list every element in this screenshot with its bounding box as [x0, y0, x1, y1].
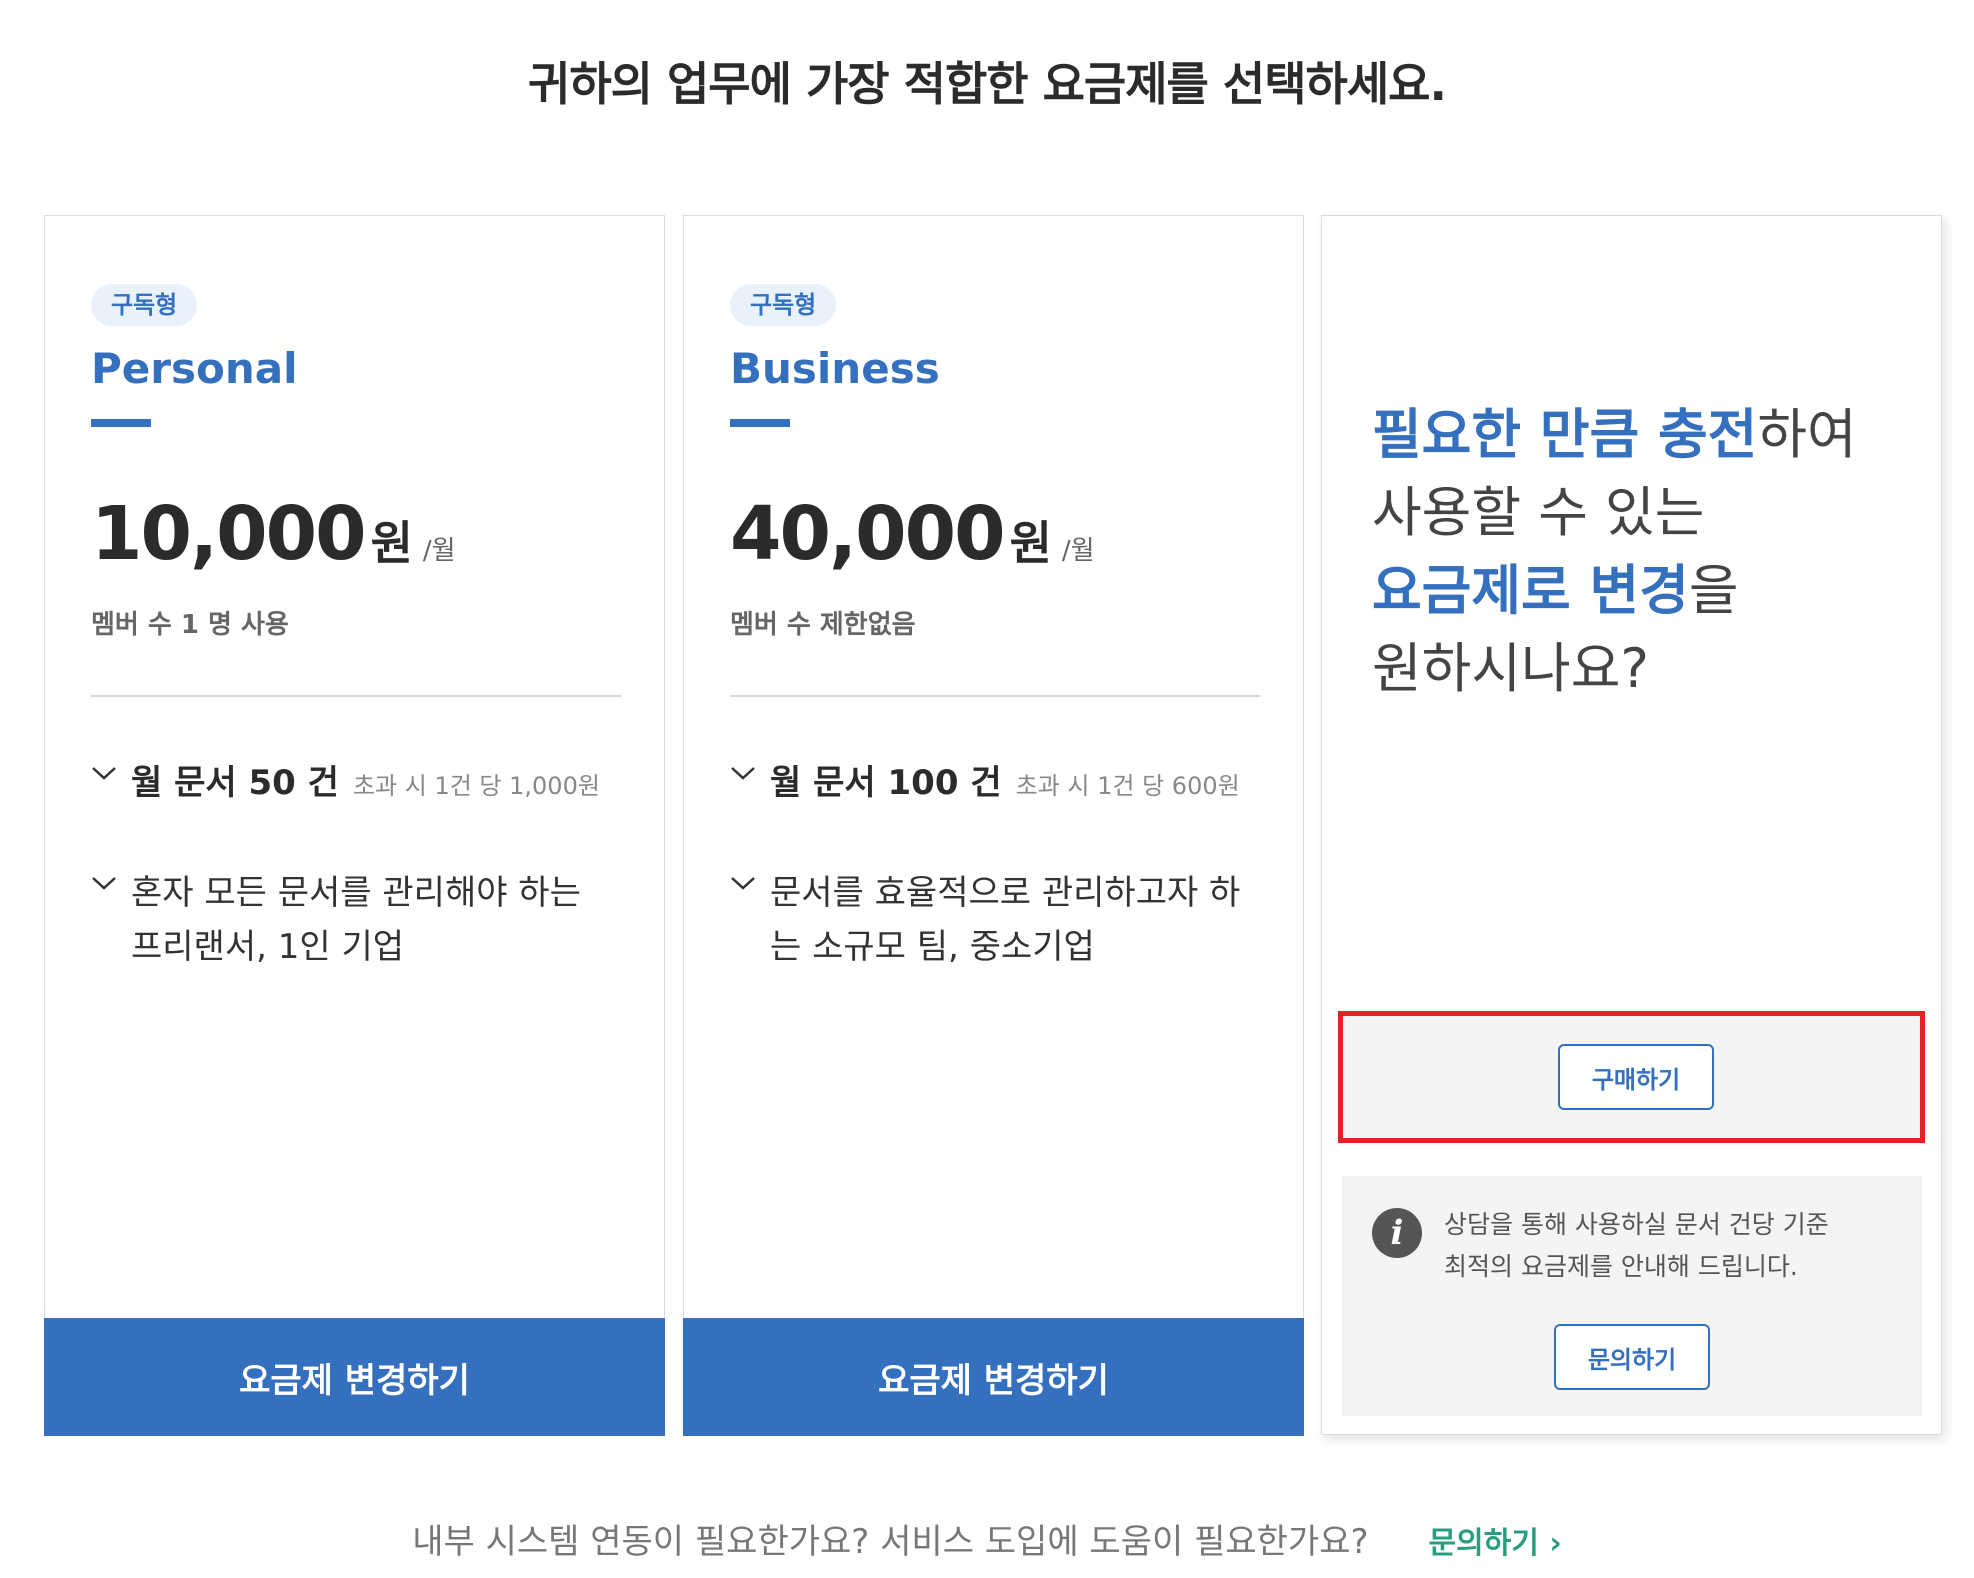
change-plan-button-business[interactable]: 요금제 변경하기 [683, 1318, 1304, 1436]
feature-note: 초과 시 1건 당 1,000원 [352, 772, 600, 800]
purchase-button[interactable]: 구매하기 [1558, 1044, 1714, 1110]
member-count: 멤버 수 제한없음 [730, 610, 916, 640]
plan-type-badge: 구독형 [91, 284, 198, 326]
purchase-box: 구매하기 [1338, 1011, 1925, 1143]
member-count: 멤버 수 1 명 사용 [91, 610, 289, 640]
feature-line-2: 프리랜서, 1인 기업 [131, 927, 405, 967]
check-icon [730, 756, 770, 786]
feature-document-quota: 월 문서 50 건 초과 시 1건 당 1,000원 [91, 756, 631, 813]
feature-note: 초과 시 1건 당 600원 [1015, 772, 1240, 800]
feature-line-2: 는 소규모 팀, 중소기업 [770, 927, 1095, 967]
change-plan-button-personal[interactable]: 요금제 변경하기 [44, 1318, 665, 1436]
check-icon [91, 866, 131, 896]
headline-text: 하여 [1757, 403, 1857, 466]
info-icon: i [1372, 1208, 1422, 1258]
headline-highlight: 필요한 만큼 충전 [1372, 403, 1758, 466]
plan-card-business: 구독형 Business 40,000 원/월 멤버 수 제한없음 월 문서 10… [683, 215, 1304, 1436]
accent-bar [730, 419, 790, 427]
plan-price: 40,000 원/월 [730, 491, 1095, 577]
page-title: 귀하의 업무에 가장 적합한 요금제를 선택하세요. [528, 57, 1447, 111]
plan-card-personal: 구독형 Personal 10,000 원/월 멤버 수 1 명 사용 월 문서 … [44, 215, 665, 1436]
footer-question: 내부 시스템 연동이 필요한가요? 서비스 도입에 도움이 필요한가요? [412, 1522, 1369, 1562]
footer-inquiry-link[interactable]: 문의하기 › [1429, 1526, 1562, 1561]
plan-price: 10,000 원/월 [91, 491, 456, 577]
divider [91, 695, 621, 697]
consult-info-text: 상담을 통해 사용하실 문서 건당 기준 최적의 요금제를 안내해 드립니다. [1444, 1204, 1904, 1288]
headline-text: 원하시나요? [1372, 637, 1650, 700]
feature-target-user: 문서를 효율적으로 관리하고자 하는 소규모 팀, 중소기업 [730, 866, 1270, 974]
inquiry-button[interactable]: 문의하기 [1554, 1324, 1710, 1390]
feature-main-text: 월 문서 50 건 [131, 763, 339, 803]
info-line-1: 상담을 통해 사용하실 문서 건당 기준 [1444, 1210, 1829, 1239]
price-amount: 10,000 [91, 491, 367, 577]
price-currency: 원 [1009, 516, 1052, 570]
divider [730, 695, 1260, 697]
plan-name: Business [730, 344, 940, 393]
headline-text: 사용할 수 있는 [1372, 481, 1705, 544]
info-line-2: 최적의 요금제를 안내해 드립니다. [1444, 1252, 1798, 1281]
chevron-right-icon[interactable]: › [1549, 1526, 1561, 1561]
footer-inquiry: 내부 시스템 연동이 필요한가요? 서비스 도입에 도움이 필요한가요? 문의하기… [0, 1514, 1974, 1563]
check-icon [730, 866, 770, 896]
price-amount: 40,000 [730, 491, 1006, 577]
price-period: /월 [1061, 536, 1095, 566]
footer-link-label[interactable]: 문의하기 [1429, 1526, 1539, 1561]
feature-line-1: 문서를 효율적으로 관리하고자 하 [770, 873, 1241, 913]
feature-document-quota: 월 문서 100 건 초과 시 1건 당 600원 [730, 756, 1270, 813]
plan-name: Personal [91, 344, 298, 393]
check-icon [91, 756, 131, 786]
plan-card-prepaid: 필요한 만큼 충전하여 사용할 수 있는 요금제로 변경을 원하시나요? 구매하… [1321, 215, 1942, 1435]
headline-text: 을 [1688, 559, 1739, 622]
prepaid-headline: 필요한 만큼 충전하여 사용할 수 있는 요금제로 변경을 원하시나요? [1372, 396, 1912, 708]
feature-main-text: 월 문서 100 건 [770, 763, 1002, 803]
accent-bar [91, 419, 151, 427]
consult-info-box: i 상담을 통해 사용하실 문서 건당 기준 최적의 요금제를 안내해 드립니다… [1342, 1176, 1922, 1416]
price-period: /월 [422, 536, 456, 566]
price-currency: 원 [370, 516, 413, 570]
headline-highlight: 요금제로 변경 [1372, 559, 1689, 622]
feature-target-user: 혼자 모든 문서를 관리해야 하는프리랜서, 1인 기업 [91, 866, 631, 974]
feature-line-1: 혼자 모든 문서를 관리해야 하는 [131, 873, 581, 913]
plan-type-badge: 구독형 [730, 284, 837, 326]
